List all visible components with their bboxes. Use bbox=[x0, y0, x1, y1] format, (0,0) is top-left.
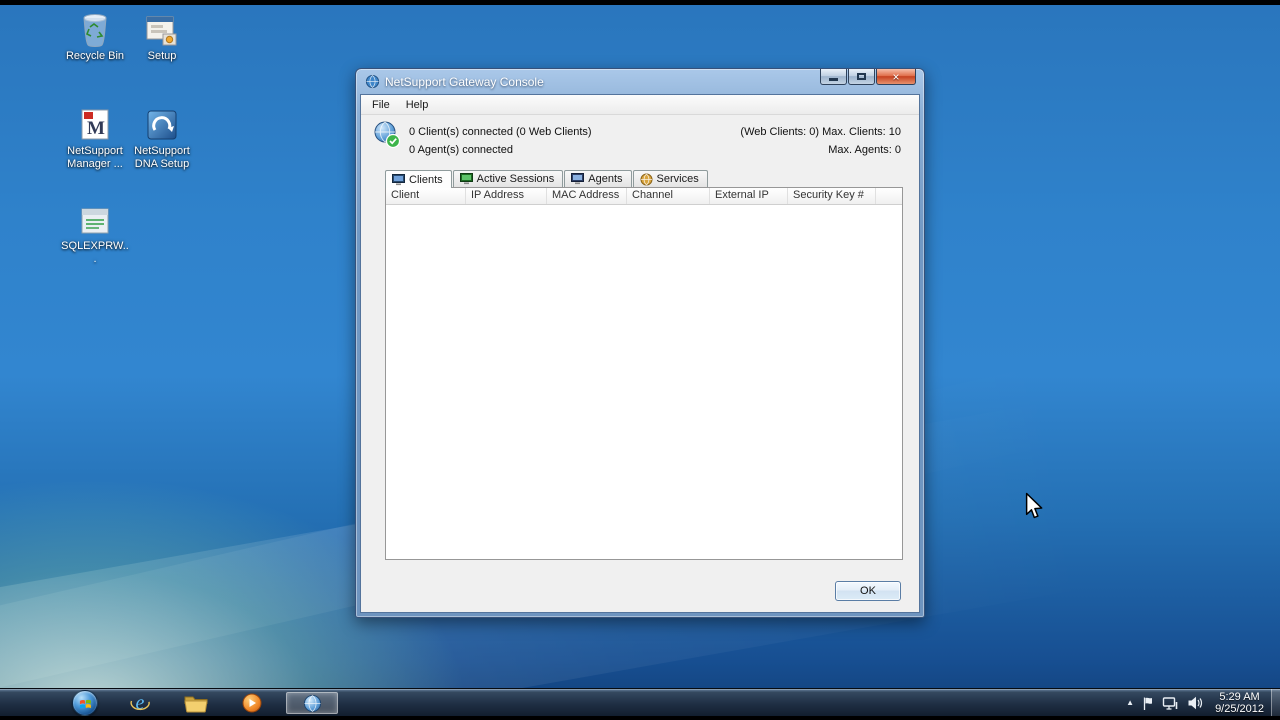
netsupport-dna-setup-icon bbox=[128, 103, 196, 143]
window-client-area: File Help 0 Client(s) connected (0 Web C… bbox=[360, 94, 920, 613]
tab-label: Clients bbox=[409, 173, 443, 186]
tray-expand-button[interactable]: ▲ bbox=[1126, 698, 1134, 708]
tab-agents[interactable]: Agents bbox=[564, 170, 632, 187]
column-header-filler bbox=[876, 188, 902, 204]
windows-flag-icon bbox=[79, 699, 91, 709]
netsupport-gateway-console-window: NetSupport Gateway Console × File Help 0… bbox=[355, 68, 925, 618]
tab-label: Active Sessions bbox=[476, 173, 555, 185]
max-agents-text: Max. Agents: 0 bbox=[828, 144, 901, 156]
desktop-icon-setup[interactable]: Setup bbox=[128, 8, 196, 63]
network-icon[interactable] bbox=[1162, 696, 1179, 711]
gateway-globe-icon bbox=[303, 694, 321, 712]
desktop-icon-label: SQLEXPRW... bbox=[61, 240, 129, 265]
agents-connected-text: 0 Agent(s) connected bbox=[409, 144, 513, 156]
menu-help[interactable]: Help bbox=[398, 97, 437, 113]
close-icon: × bbox=[892, 69, 900, 84]
tab-active-sessions[interactable]: Active Sessions bbox=[452, 170, 564, 187]
media-player-icon bbox=[242, 693, 262, 713]
window-title: NetSupport Gateway Console bbox=[385, 74, 544, 89]
close-button[interactable]: × bbox=[876, 69, 916, 85]
column-header-client[interactable]: Client bbox=[386, 188, 466, 204]
tab-label: Agents bbox=[588, 173, 623, 185]
sessions-monitor-icon bbox=[459, 173, 473, 185]
column-header-external-ip[interactable]: External IP bbox=[710, 188, 788, 204]
window-globe-icon bbox=[365, 74, 380, 89]
clients-tab-panel: Client IP Address MAC Address Channel Ex… bbox=[385, 187, 903, 560]
tab-strip: Clients Active Sessions Agents Services bbox=[385, 170, 709, 188]
clock-date: 9/25/2012 bbox=[1215, 703, 1264, 715]
desktop-icon-sqlexprw[interactable]: SQLEXPRW... bbox=[61, 198, 129, 266]
tab-clients[interactable]: Clients bbox=[385, 170, 452, 188]
setup-icon bbox=[128, 8, 196, 48]
status-globe-icon bbox=[373, 121, 401, 154]
menu-file[interactable]: File bbox=[364, 97, 398, 113]
desktop-icon-label: Recycle Bin bbox=[65, 50, 125, 62]
desktop-icon-netsupport-manager[interactable]: M NetSupport Manager ... bbox=[61, 103, 129, 171]
connection-status: 0 Client(s) connected (0 Web Clients) 0 … bbox=[409, 123, 592, 159]
sql-installer-icon bbox=[61, 198, 129, 238]
taskbar: e ▲ 5:29 AM 9/25/2012 bbox=[0, 688, 1280, 717]
column-header-ip-address[interactable]: IP Address bbox=[466, 188, 547, 204]
start-button[interactable] bbox=[72, 690, 98, 716]
ok-button-label: OK bbox=[860, 585, 876, 597]
clock[interactable]: 5:29 AM 9/25/2012 bbox=[1211, 691, 1268, 715]
internet-explorer-icon: e bbox=[130, 692, 150, 714]
desktop-icon-label: NetSupport DNA Setup bbox=[134, 145, 190, 170]
system-tray: ▲ 5:29 AM 9/25/2012 bbox=[1126, 689, 1268, 717]
column-header-channel[interactable]: Channel bbox=[627, 188, 710, 204]
desktop-icon-label: Setup bbox=[147, 50, 177, 62]
desktop-icon-label: NetSupport Manager ... bbox=[67, 145, 123, 170]
client-list-body[interactable] bbox=[386, 206, 902, 559]
max-clients-text: (Web Clients: 0) Max. Clients: 10 bbox=[740, 126, 901, 138]
taskbar-item-internet-explorer[interactable]: e bbox=[120, 692, 160, 714]
taskbar-item-media-player[interactable] bbox=[232, 692, 272, 714]
maximize-button[interactable] bbox=[848, 69, 875, 85]
clients-monitor-icon bbox=[392, 173, 405, 185]
minimize-button[interactable] bbox=[820, 69, 847, 85]
svg-text:e: e bbox=[136, 692, 145, 714]
recycle-bin-icon bbox=[61, 8, 129, 48]
clock-time: 5:29 AM bbox=[1219, 691, 1260, 703]
folder-icon bbox=[184, 696, 208, 712]
maximize-icon bbox=[857, 73, 866, 80]
services-globe-icon bbox=[640, 173, 653, 185]
ok-button[interactable]: OK bbox=[835, 581, 901, 601]
client-list-header: Client IP Address MAC Address Channel Ex… bbox=[386, 188, 902, 205]
agents-monitor-icon bbox=[571, 173, 585, 185]
netsupport-manager-icon: M bbox=[61, 103, 129, 143]
letterbox-bottom bbox=[0, 716, 1280, 720]
taskbar-item-netsupport-gateway[interactable] bbox=[286, 692, 338, 714]
minimize-icon bbox=[829, 78, 838, 81]
mouse-cursor bbox=[1025, 492, 1043, 519]
tab-label: Services bbox=[656, 173, 699, 185]
column-header-security-key[interactable]: Security Key # bbox=[788, 188, 876, 204]
desktop-icon-recycle-bin[interactable]: Recycle Bin bbox=[61, 8, 129, 63]
column-header-mac-address[interactable]: MAC Address bbox=[547, 188, 627, 204]
limits-status: (Web Clients: 0) Max. Clients: 10 Max. A… bbox=[740, 123, 901, 159]
desktop-icon-netsupport-dna-setup[interactable]: NetSupport DNA Setup bbox=[128, 103, 196, 171]
svg-text:M: M bbox=[87, 118, 105, 139]
letterbox-top bbox=[0, 0, 1280, 5]
taskbar-item-windows-explorer[interactable] bbox=[176, 692, 216, 714]
menu-bar: File Help bbox=[361, 95, 919, 115]
clients-connected-text: 0 Client(s) connected (0 Web Clients) bbox=[409, 126, 592, 138]
speaker-icon[interactable] bbox=[1187, 696, 1203, 710]
show-desktop-button[interactable] bbox=[1271, 689, 1280, 717]
action-center-flag-icon[interactable] bbox=[1142, 696, 1154, 711]
tab-services[interactable]: Services bbox=[632, 170, 708, 187]
